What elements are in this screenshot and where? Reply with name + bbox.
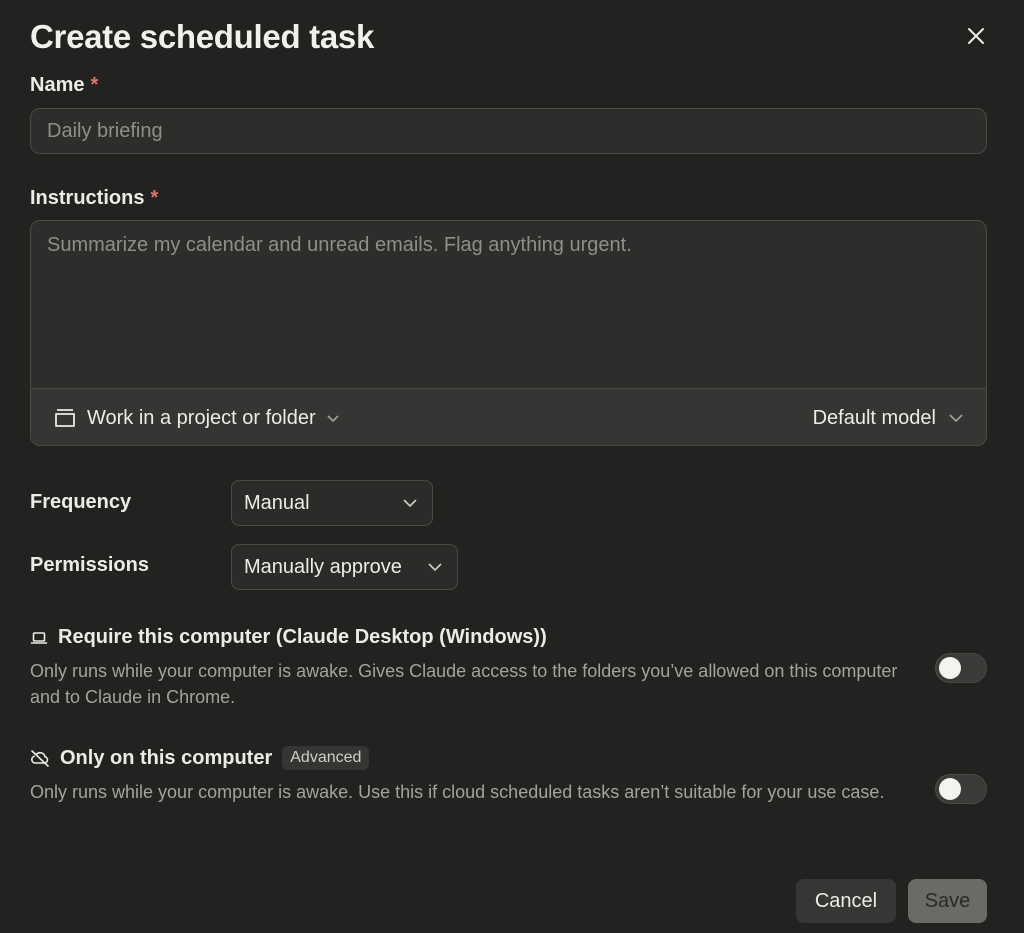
frequency-value: Manual [244,491,310,514]
page-title: Create scheduled task [30,18,375,55]
instructions-label-text: Instructions [30,187,145,209]
name-label: Name * [30,74,98,97]
close-icon [966,26,986,46]
name-label-text: Name [30,74,85,96]
required-mark: * [90,74,99,96]
require-computer-title-text: Require this computer (Claude Desktop (W… [58,626,547,648]
permissions-label: Permissions [30,554,149,576]
required-mark: * [150,187,159,209]
close-button[interactable] [962,22,990,50]
toggle-knob [939,778,961,800]
folder-icon [53,407,77,429]
save-button[interactable]: Save [908,879,987,923]
only-this-computer-toggle[interactable] [935,774,987,804]
only-this-computer-title-text: Only on this computer [60,746,273,769]
frequency-label: Frequency [30,491,132,513]
chevron-down-icon [427,562,443,572]
project-folder-button[interactable]: Work in a project or folder [53,403,340,433]
instructions-input[interactable] [31,221,986,388]
chevron-down-icon [326,413,340,423]
require-computer-description: Only runs while your computer is awake. … [30,661,898,707]
instructions-label: Instructions * [30,187,158,210]
only-this-computer-description: Only runs while your computer is awake. … [30,782,885,802]
chevron-down-icon [948,413,964,423]
require-computer-toggle[interactable] [935,653,987,683]
cloud-off-icon [30,749,50,767]
frequency-select[interactable]: Manual [231,480,433,526]
chevron-down-icon [402,498,418,508]
permissions-value: Manually approve [244,555,402,578]
project-folder-label: Work in a project or folder [87,406,316,429]
instructions-toolbar: Work in a project or folder Default mode… [31,388,986,445]
advanced-badge: Advanced [282,746,370,770]
name-input[interactable] [30,108,987,154]
laptop-icon [30,630,48,646]
cancel-button[interactable]: Cancel [796,879,896,923]
model-label: Default model [812,406,936,429]
instructions-box: Work in a project or folder Default mode… [30,220,987,446]
permissions-select[interactable]: Manually approve [231,544,458,590]
toggle-knob [939,657,961,679]
only-this-computer-title: Only on this computer Advanced [30,746,370,770]
require-computer-title: Require this computer (Claude Desktop (W… [30,626,547,649]
model-select-button[interactable]: Default model [813,403,964,433]
